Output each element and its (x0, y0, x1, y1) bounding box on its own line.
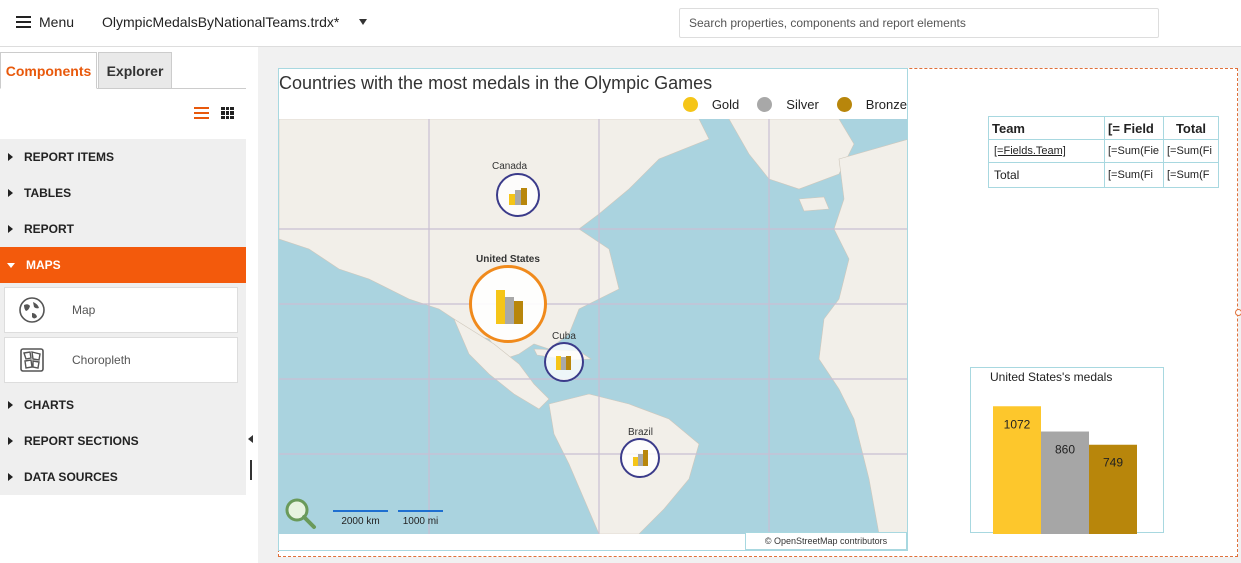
bar-value-label: 749 (1103, 456, 1123, 470)
legend-gold-swatch (682, 97, 698, 112)
search-input[interactable] (679, 8, 1159, 38)
table-cell[interactable]: [=Sum(F (1163, 162, 1219, 188)
top-bar: Menu OlympicMedalsByNationalTeams.trdx* (0, 0, 1241, 47)
table-total-row: Total [=Sum(Fi [=Sum(F (988, 162, 1219, 188)
marker-united-states[interactable] (469, 265, 547, 343)
marker-canada[interactable] (496, 173, 540, 217)
table-cell[interactable]: [=Fields.Team] (988, 139, 1105, 163)
category-report-items[interactable]: REPORT ITEMS (0, 139, 246, 175)
tab-components[interactable]: Components (0, 52, 97, 89)
table-cell[interactable]: [=Sum(Fi (1104, 162, 1164, 188)
panel-splitter[interactable] (250, 460, 252, 480)
resize-handle[interactable] (1235, 309, 1241, 316)
marker-brazil[interactable] (620, 438, 660, 478)
header-cell[interactable]: [= Field (1104, 116, 1164, 140)
map-background (279, 118, 907, 535)
category-label: TABLES (24, 186, 72, 200)
table-cell[interactable]: [=Sum(Fi (1163, 139, 1219, 163)
scale-mi: 1000 mi (398, 510, 443, 527)
component-label: Choropleth (72, 353, 131, 367)
component-label: Map (72, 303, 96, 317)
zoom-magnifier-icon[interactable] (283, 496, 317, 530)
header-cell[interactable]: Total (1163, 116, 1219, 140)
marker-label-cuba: Cuba (552, 331, 576, 342)
category-charts[interactable]: CHARTS (0, 387, 246, 423)
expand-arrow-icon (8, 189, 13, 197)
components-panel: Components Explorer REPORT ITEMS TABLES … (0, 47, 246, 563)
us-medals-chart[interactable]: United States's medals 1072 860 749 (970, 367, 1164, 534)
hamburger-icon (16, 16, 31, 28)
category-label: DATA SOURCES (24, 470, 118, 484)
category-list: REPORT ITEMS TABLES REPORT MAPS Map Chor… (0, 139, 246, 495)
marker-label-canada: Canada (492, 161, 528, 172)
file-name: OlympicMedalsByNationalTeams.trdx* (102, 14, 340, 30)
globe-icon (19, 297, 45, 323)
expand-arrow-icon (8, 153, 13, 161)
component-map[interactable]: Map (4, 287, 238, 333)
legend-gold-label: Gold (711, 97, 740, 112)
table-cell[interactable]: [=Sum(Fie (1104, 139, 1164, 163)
header-cell[interactable]: Team (988, 116, 1105, 140)
component-choropleth[interactable]: Choropleth (4, 337, 238, 383)
marker-chart-icon (556, 356, 571, 370)
category-label: MAPS (26, 258, 61, 272)
expand-arrow-icon (8, 437, 13, 445)
category-label: REPORT SECTIONS (24, 434, 139, 448)
marker-chart-icon (633, 450, 648, 466)
scale-km: 2000 km (333, 510, 388, 527)
crosstab-table[interactable]: Team [= Field Total [=Fields.Team] [=Sum… (988, 116, 1219, 188)
marker-chart-icon (496, 290, 523, 324)
map-item[interactable]: Countries with the most medals in the Ol… (278, 68, 908, 551)
panel-tabs: Components Explorer (0, 52, 246, 89)
category-label: CHARTS (24, 398, 74, 412)
collapse-panel-icon[interactable] (248, 435, 253, 443)
chart-plot: 1072 860 749 (993, 406, 1137, 534)
map-tiles[interactable]: Canada United States Cuba Brazil 2000 km… (279, 118, 907, 535)
category-maps[interactable]: MAPS (0, 247, 246, 283)
table-header-row: Team [= Field Total (988, 116, 1219, 140)
marker-chart-icon (509, 188, 527, 205)
legend-silver-swatch (757, 97, 773, 112)
table-cell[interactable]: Total (988, 162, 1105, 188)
marker-label-united-states: United States (476, 254, 540, 265)
category-label: REPORT (24, 222, 75, 236)
grid-view-icon[interactable] (221, 107, 234, 119)
collapse-arrow-icon (7, 262, 15, 268)
legend-silver-label: Silver (786, 97, 819, 112)
view-toggle (194, 107, 234, 119)
category-data-sources[interactable]: DATA SOURCES (0, 459, 246, 495)
bar-value-label: 1072 (1004, 417, 1031, 431)
category-report[interactable]: REPORT (0, 211, 246, 247)
legend-bronze-swatch (836, 97, 852, 112)
category-report-sections[interactable]: REPORT SECTIONS (0, 423, 246, 459)
scale-mi-label: 1000 mi (402, 516, 439, 527)
legend-bronze-label: Bronze (865, 97, 907, 112)
expand-arrow-icon (8, 225, 13, 233)
marker-cuba[interactable] (544, 342, 584, 382)
map-title: Countries with the most medals in the Ol… (279, 73, 713, 93)
expand-arrow-icon (8, 401, 13, 409)
expand-arrow-icon (8, 473, 13, 481)
menu-button[interactable]: Menu (16, 14, 74, 30)
file-dropdown-icon[interactable] (359, 19, 367, 25)
map-attribution: © OpenStreetMap contributors (745, 532, 907, 550)
category-label: REPORT ITEMS (24, 150, 115, 164)
list-view-icon[interactable] (194, 107, 209, 119)
menu-label: Menu (39, 14, 75, 30)
choropleth-icon (20, 348, 44, 372)
map-legend: Gold Silver Bronze (671, 97, 907, 112)
table-row: [=Fields.Team] [=Sum(Fie [=Sum(Fi (988, 139, 1219, 163)
category-tables[interactable]: TABLES (0, 175, 246, 211)
scale-km-label: 2000 km (341, 516, 380, 527)
tab-explorer[interactable]: Explorer (98, 52, 172, 89)
marker-label-brazil: Brazil (628, 427, 654, 438)
bar-value-label: 860 (1055, 443, 1075, 457)
